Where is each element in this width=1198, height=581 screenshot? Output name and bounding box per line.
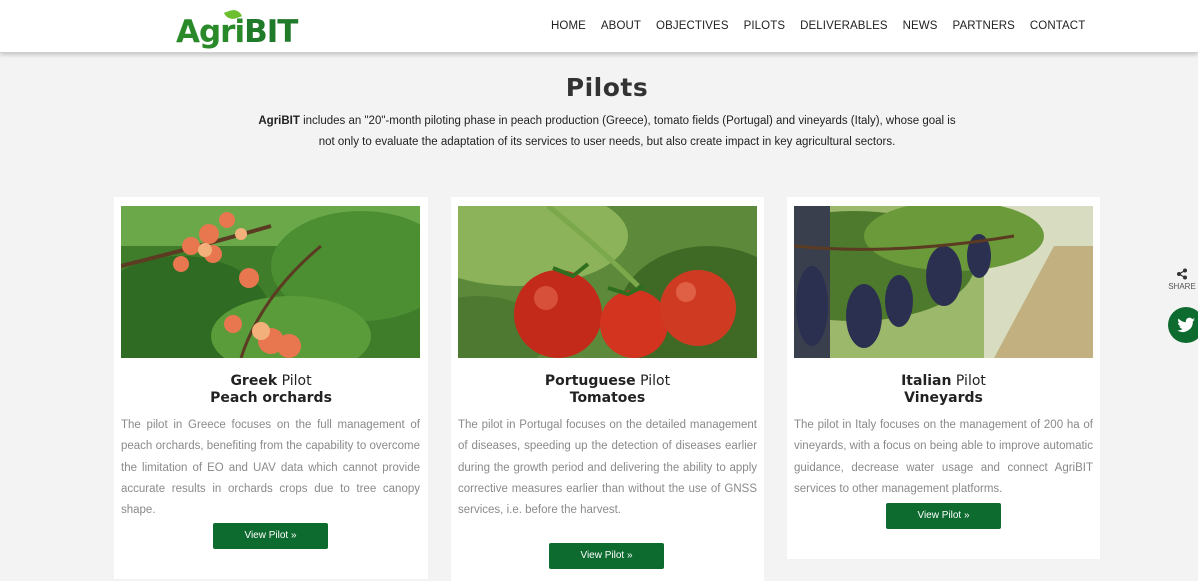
- card-subtitle: Tomatoes: [569, 390, 646, 406]
- site-header: Agri BIT HOME ABOUT OBJECTIVES PILOTS DEL…: [0, 0, 1198, 53]
- page-intro: AgriBIT includes an "20"-month piloting …: [200, 111, 1014, 153]
- share-widget[interactable]: SHARE: [1166, 268, 1198, 291]
- pilot-card-portuguese: Portuguese Pilot Tomatoes The pilot in P…: [451, 197, 764, 581]
- agribit-logo[interactable]: Agri BIT: [176, 7, 298, 50]
- nav-contact[interactable]: CONTACT: [1030, 20, 1085, 32]
- intro-brand: AgriBIT: [258, 115, 300, 127]
- share-label: SHARE: [1168, 282, 1196, 291]
- page-title: Pilots: [565, 73, 649, 102]
- card-subtitle: Peach orchards: [210, 390, 332, 406]
- card-description: The pilot in Portugal focuses on the det…: [458, 419, 757, 517]
- nav-partners[interactable]: PARTNERS: [953, 20, 1015, 32]
- nav-pilots[interactable]: PILOTS: [744, 20, 786, 32]
- nav-objectives[interactable]: OBJECTIVES: [656, 20, 729, 32]
- intro-line-2: not only to evaluate the adaptation of i…: [318, 136, 896, 148]
- card-description: The pilot in Greece focuses on the full …: [121, 419, 420, 517]
- card-title: Greek Pilot Peach orchards: [114, 373, 428, 407]
- pilot-card-greek: Greek Pilot Peach orchards The pilot in …: [114, 197, 428, 579]
- card-title: Italian Pilot Vineyards: [787, 373, 1100, 407]
- twitter-icon: [1177, 317, 1195, 333]
- logo-text-accent: BIT: [244, 14, 298, 50]
- card-country: Italian: [901, 373, 952, 389]
- card-subtitle: Vineyards: [904, 390, 983, 406]
- tomato-image: [458, 206, 757, 358]
- vineyard-image: [794, 206, 1093, 358]
- logo-text-main: Agri: [176, 14, 245, 50]
- twitter-share-button[interactable]: [1168, 307, 1198, 343]
- peach-orchard-image: [121, 206, 420, 358]
- card-pilot-word: Pilot: [635, 373, 671, 389]
- nav-news[interactable]: NEWS: [903, 20, 938, 32]
- card-country: Portuguese: [544, 373, 636, 389]
- card-title: Portuguese Pilot Tomatoes: [451, 373, 764, 407]
- nav-home[interactable]: HOME: [551, 20, 586, 32]
- pilot-card-italian: Italian Pilot Vineyards The pilot in Ita…: [787, 197, 1100, 559]
- nav-about[interactable]: ABOUT: [601, 20, 641, 32]
- share-icon: [1166, 268, 1198, 282]
- intro-line-1: includes an "20"-month piloting phase in…: [299, 115, 956, 127]
- card-pilot-word: Pilot: [277, 373, 312, 389]
- view-pilot-button[interactable]: View Pilot »: [213, 523, 328, 549]
- view-pilot-button[interactable]: View Pilot »: [886, 503, 1001, 529]
- card-description: The pilot in Italy focuses on the manage…: [794, 419, 1093, 495]
- card-country: Greek: [230, 373, 278, 389]
- card-pilot-word: Pilot: [951, 373, 986, 389]
- view-pilot-button[interactable]: View Pilot »: [549, 543, 664, 569]
- nav-deliverables[interactable]: DELIVERABLES: [800, 20, 888, 32]
- main-nav: HOME ABOUT OBJECTIVES PILOTS DELIVERABLE…: [551, 0, 1085, 52]
